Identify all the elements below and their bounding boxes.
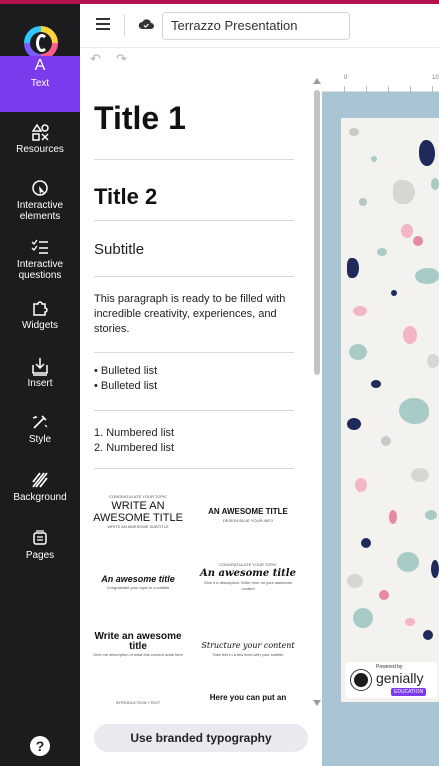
paragraph-style[interactable]: This paragraph is ready to be filled wit… bbox=[94, 292, 294, 337]
panel-scrollbar[interactable] bbox=[312, 72, 322, 712]
cloud-saved-icon bbox=[138, 19, 154, 29]
horizontal-ruler: 0 10 bbox=[322, 72, 439, 92]
document-title-input[interactable]: Terrazzo Presentation bbox=[162, 12, 350, 40]
sidebar-item-resources[interactable]: Resources bbox=[0, 122, 80, 178]
bulleted-list-style[interactable]: • Bulleted list • Bulleted list bbox=[94, 364, 294, 394]
title-2-style[interactable]: Title 2 bbox=[94, 184, 294, 210]
sidebar-item-pages[interactable]: Pages bbox=[0, 528, 80, 584]
typography-combo-4[interactable]: CONGRATULATE YOUR TOPIC An awesome title… bbox=[198, 562, 298, 624]
insert-icon bbox=[32, 358, 48, 376]
redo-icon[interactable]: ↷ bbox=[116, 51, 127, 67]
typography-combo-6[interactable]: Structure your content Take this in a fe… bbox=[198, 640, 298, 702]
undo-redo-bar: ↶ ↷ bbox=[80, 48, 314, 70]
toolbar-divider bbox=[124, 14, 125, 36]
sidebar-item-label: Background bbox=[13, 492, 67, 503]
list-item: 1. Numbered list bbox=[94, 427, 175, 439]
typography-combo-2[interactable]: AN AWESOME TITLE DESIGN BLUE YOUR INFO bbox=[198, 506, 298, 568]
typography-combo-5[interactable]: Write an awesome title Give me descripti… bbox=[88, 632, 188, 694]
divider bbox=[94, 276, 294, 277]
list-item: • Bulleted list bbox=[94, 365, 158, 377]
sidebar-item-label: Style bbox=[28, 434, 52, 445]
wand-icon bbox=[32, 415, 48, 429]
slide-canvas[interactable] bbox=[341, 118, 439, 702]
sidebar-item-label: Pages bbox=[25, 550, 55, 561]
divider bbox=[94, 159, 294, 160]
sidebar-item-background[interactable]: Background bbox=[0, 470, 80, 526]
ruler-mark: 10 bbox=[432, 75, 439, 81]
shapes-icon bbox=[31, 123, 49, 141]
divider bbox=[94, 410, 294, 411]
sidebar-item-label: Insert bbox=[27, 378, 53, 389]
genially-logo-icon bbox=[351, 670, 371, 690]
divider bbox=[94, 220, 294, 221]
scroll-down-arrow-icon[interactable] bbox=[313, 700, 321, 706]
sidebar-item-label: Resources bbox=[16, 144, 64, 155]
typography-combo-3[interactable]: An awesome title Congratulate your topic… bbox=[88, 573, 188, 635]
puzzle-icon bbox=[33, 301, 48, 316]
genially-watermark: Powered by genially EDUCATION bbox=[345, 662, 437, 698]
left-sidebar: A Text Resources Interactive elements In… bbox=[0, 4, 80, 766]
scrollbar-thumb[interactable] bbox=[314, 90, 320, 375]
pages-icon bbox=[33, 530, 47, 545]
sidebar-item-interactive-elements[interactable]: Interactive elements bbox=[0, 178, 80, 234]
genially-logo[interactable] bbox=[24, 26, 58, 60]
text-icon: A bbox=[34, 57, 46, 74]
title-1-style[interactable]: Title 1 bbox=[94, 100, 294, 137]
sidebar-item-label: Widgets bbox=[21, 320, 59, 331]
numbered-list-style[interactable]: 1. Numbered list 2. Numbered list bbox=[94, 426, 294, 456]
text-styles-panel: Title 1 Title 2 Subtitle This paragraph … bbox=[80, 70, 314, 766]
divider bbox=[94, 352, 294, 353]
sidebar-item-label: Interactive elements bbox=[16, 200, 64, 222]
use-branded-typography-button[interactable]: Use branded typography bbox=[94, 724, 308, 752]
sidebar-item-insert[interactable]: Insert bbox=[0, 356, 80, 412]
top-toolbar: Terrazzo Presentation bbox=[80, 4, 439, 48]
sidebar-item-style[interactable]: Style bbox=[0, 412, 80, 468]
ruler-mark: 0 bbox=[344, 75, 348, 81]
typography-combo-1[interactable]: CONGRATULATE YOUR TOPIC WRITE AN AWESOME… bbox=[88, 494, 188, 556]
list-item: • Bulleted list bbox=[94, 380, 158, 392]
sidebar-item-widgets[interactable]: Widgets bbox=[0, 298, 80, 354]
checklist-icon bbox=[31, 239, 48, 254]
hamburger-menu-icon[interactable] bbox=[96, 18, 110, 30]
pattern-icon bbox=[32, 472, 48, 488]
sidebar-item-label: Text bbox=[30, 78, 50, 89]
help-button[interactable]: ? bbox=[30, 736, 50, 756]
undo-icon[interactable]: ↶ bbox=[90, 51, 101, 67]
sidebar-item-text[interactable]: A Text bbox=[0, 56, 80, 112]
scroll-up-arrow-icon[interactable] bbox=[313, 78, 321, 84]
sidebar-item-interactive-questions[interactable]: Interactive questions bbox=[0, 237, 80, 293]
typography-combo-8[interactable]: Here you can put an bbox=[198, 694, 298, 712]
cursor-click-icon bbox=[32, 180, 48, 196]
sidebar-item-label: Interactive questions bbox=[16, 259, 64, 281]
divider bbox=[94, 468, 294, 469]
list-item: 2. Numbered list bbox=[94, 442, 175, 454]
subtitle-style[interactable]: Subtitle bbox=[94, 241, 294, 258]
typography-combo-7[interactable]: INTRODUCTION +TEXT bbox=[88, 700, 188, 714]
